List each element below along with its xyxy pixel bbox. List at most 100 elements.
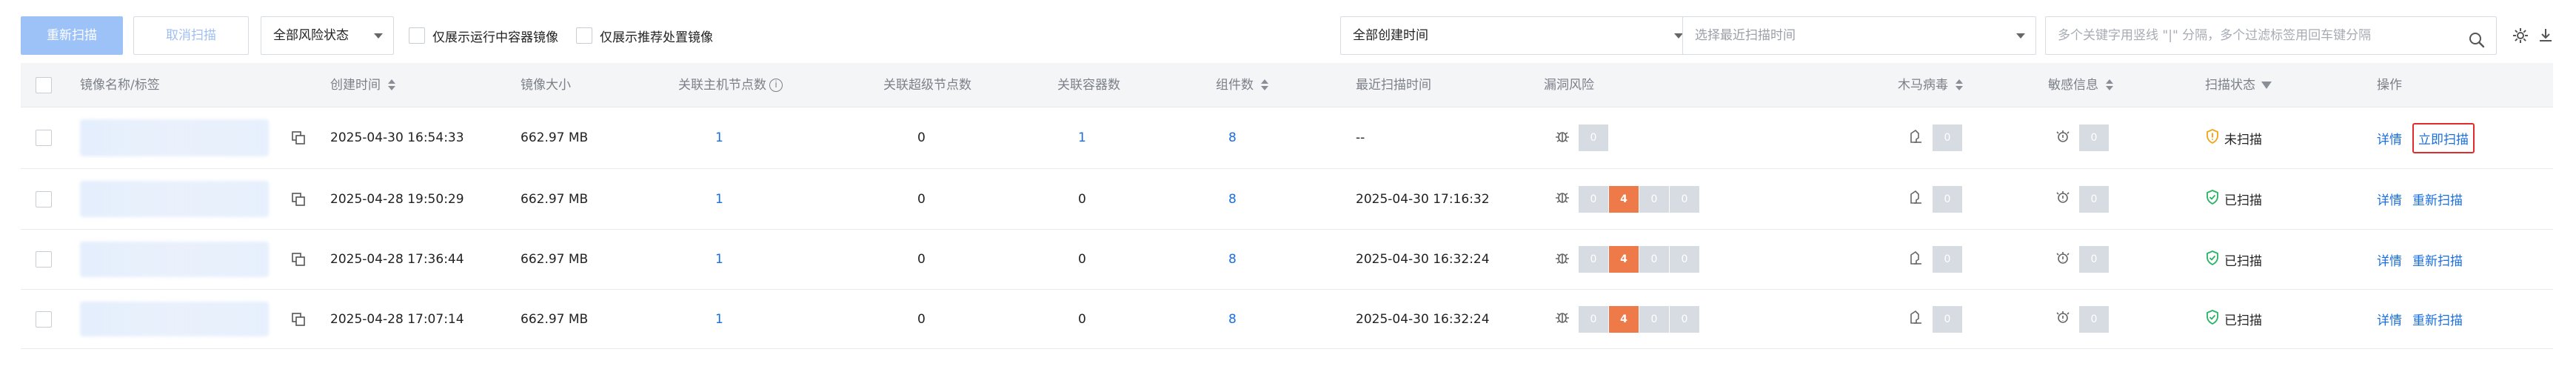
detail-link[interactable]: 详情: [2377, 190, 2402, 208]
rescan-button[interactable]: 重新扫描: [21, 16, 123, 55]
risk-status-select[interactable]: 全部风险状态: [261, 16, 394, 55]
table-row: 2025-04-28 17:36:44 662.97 MB 1 0 0 8 20…: [21, 230, 2553, 290]
host-nodes-link[interactable]: 1: [715, 230, 723, 289]
vuln-count-badge: 0: [1579, 185, 1608, 213]
checkbox-box[interactable]: [409, 27, 425, 44]
super-nodes-count: 0: [917, 130, 926, 145]
created-time: 2025-04-30 16:54:33: [330, 130, 464, 145]
vuln-cell[interactable]: 0400: [1553, 230, 1700, 289]
image-name-cell[interactable]: [80, 107, 295, 168]
detail-link[interactable]: 详情: [2377, 129, 2402, 147]
only-recommended-checkbox[interactable]: 仅展示推荐处置镜像: [576, 25, 713, 46]
copy-icon[interactable]: [292, 290, 305, 348]
vuln-cell[interactable]: 0400: [1553, 169, 1700, 229]
detail-link[interactable]: 详情: [2377, 250, 2402, 269]
col-scan-status[interactable]: 扫描状态: [2205, 63, 2272, 107]
trojan-count: 0: [1933, 246, 1962, 273]
components-link[interactable]: 8: [1228, 107, 1237, 168]
row-checkbox[interactable]: [36, 130, 52, 146]
trojan-cell[interactable]: 0: [1907, 230, 1963, 289]
scan-action-link[interactable]: 重新扫描: [2412, 250, 2463, 269]
sensitive-icon: [2054, 127, 2072, 149]
col-host-nodes-label: 关联主机节点数: [678, 78, 766, 93]
copy-icon[interactable]: [292, 107, 305, 168]
bug-icon: [1553, 127, 1571, 149]
host-nodes-link[interactable]: 1: [715, 107, 723, 168]
vuln-cell[interactable]: 0400: [1553, 290, 1700, 348]
sensitive-cell[interactable]: 0: [2054, 169, 2110, 229]
col-components[interactable]: 组件数: [1216, 63, 1268, 107]
vuln-count-badge: 4: [1609, 246, 1639, 273]
image-name-redacted: [80, 181, 269, 217]
col-name: 镜像名称/标签: [80, 78, 160, 93]
vuln-count-badge: 0: [1639, 246, 1669, 273]
host-nodes-link[interactable]: 1: [715, 169, 723, 229]
components-link[interactable]: 8: [1228, 169, 1237, 229]
select-all-checkbox[interactable]: [36, 77, 52, 93]
cancel-scan-button[interactable]: 取消扫描: [133, 16, 249, 55]
checkbox-box[interactable]: [576, 27, 592, 44]
sensitive-icon: [2054, 249, 2072, 270]
image-size: 662.97 MB: [521, 191, 589, 207]
vuln-count-badge: 0: [1639, 305, 1669, 333]
containers-count: 1: [1078, 130, 1086, 145]
row-checkbox[interactable]: [36, 251, 52, 268]
image-name-redacted: [80, 119, 269, 156]
col-sensitive[interactable]: 敏感信息: [2048, 63, 2113, 107]
search-icon[interactable]: [2468, 27, 2486, 64]
components-link[interactable]: 8: [1228, 290, 1237, 348]
col-containers: 关联容器数: [1057, 78, 1120, 93]
copy-icon[interactable]: [292, 169, 305, 229]
col-vuln: 漏洞风险: [1544, 78, 1594, 93]
row-checkbox[interactable]: [36, 310, 52, 328]
copy-icon[interactable]: [292, 230, 305, 289]
image-name-redacted: [80, 242, 269, 277]
image-name-cell[interactable]: [80, 290, 295, 348]
sensitive-cell[interactable]: 0: [2054, 230, 2110, 289]
scan-status-cell: 已扫描: [2205, 290, 2262, 348]
vuln-cell[interactable]: 0: [1553, 107, 1609, 168]
only-recommended-label: 仅展示推荐处置镜像: [600, 30, 713, 45]
sensitive-icon: [2054, 188, 2072, 210]
host-nodes-link[interactable]: 1: [715, 290, 723, 348]
scan-action-link[interactable]: 立即扫描: [2412, 122, 2475, 153]
sort-icon[interactable]: [1956, 79, 1963, 91]
sort-icon[interactable]: [1261, 79, 1268, 91]
last-scan-time-select[interactable]: 选择最近扫描时间: [1682, 16, 2036, 55]
row-checkbox[interactable]: [36, 190, 52, 207]
image-name-cell[interactable]: [80, 230, 295, 289]
shield-warning-icon: [2205, 128, 2220, 147]
components-link[interactable]: 8: [1228, 230, 1237, 289]
only-running-checkbox[interactable]: 仅展示运行中容器镜像: [409, 25, 558, 46]
sensitive-count: 0: [2079, 124, 2109, 151]
shield-check-icon: [2205, 190, 2220, 208]
col-components-label: 组件数: [1216, 78, 1254, 93]
sensitive-cell[interactable]: 0: [2054, 107, 2110, 168]
vuln-badges: 0400: [1579, 246, 1700, 273]
sensitive-cell[interactable]: 0: [2054, 290, 2110, 348]
sort-icon[interactable]: [388, 79, 395, 91]
filter-icon[interactable]: [2261, 82, 2272, 89]
table-header: 镜像名称/标签 创建时间 镜像大小 关联主机节点数 i 关联超级节点数 关联容器数…: [21, 63, 2553, 107]
col-trojan[interactable]: 木马病毒: [1898, 63, 1963, 107]
info-icon[interactable]: i: [769, 79, 783, 92]
trojan-icon: [1907, 249, 1925, 270]
sort-icon[interactable]: [2106, 79, 2113, 91]
download-icon[interactable]: [2537, 27, 2555, 44]
gear-icon[interactable]: [2512, 27, 2529, 44]
trojan-cell[interactable]: 0: [1907, 169, 1963, 229]
created-time-select[interactable]: 全部创建时间: [1340, 16, 1694, 55]
image-name-cell[interactable]: [80, 169, 295, 229]
search-input[interactable]: 多个关键字用竖线 "|" 分隔，多个过滤标签用回车键分隔: [2045, 16, 2497, 55]
sensitive-count: 0: [2079, 246, 2109, 273]
scan-action-link[interactable]: 重新扫描: [2412, 310, 2463, 328]
action-group: 详情 重新扫描: [2377, 190, 2463, 208]
scan-action-link[interactable]: 重新扫描: [2412, 190, 2463, 208]
detail-link[interactable]: 详情: [2377, 310, 2402, 328]
col-created[interactable]: 创建时间: [330, 63, 395, 107]
sensitive-count: 0: [2079, 185, 2109, 213]
image-name-redacted: [80, 301, 269, 337]
trojan-cell[interactable]: 0: [1907, 290, 1963, 348]
trojan-cell[interactable]: 0: [1907, 107, 1963, 168]
table-row: 2025-04-28 19:50:29 662.97 MB 1 0 0 8 20…: [21, 169, 2553, 230]
